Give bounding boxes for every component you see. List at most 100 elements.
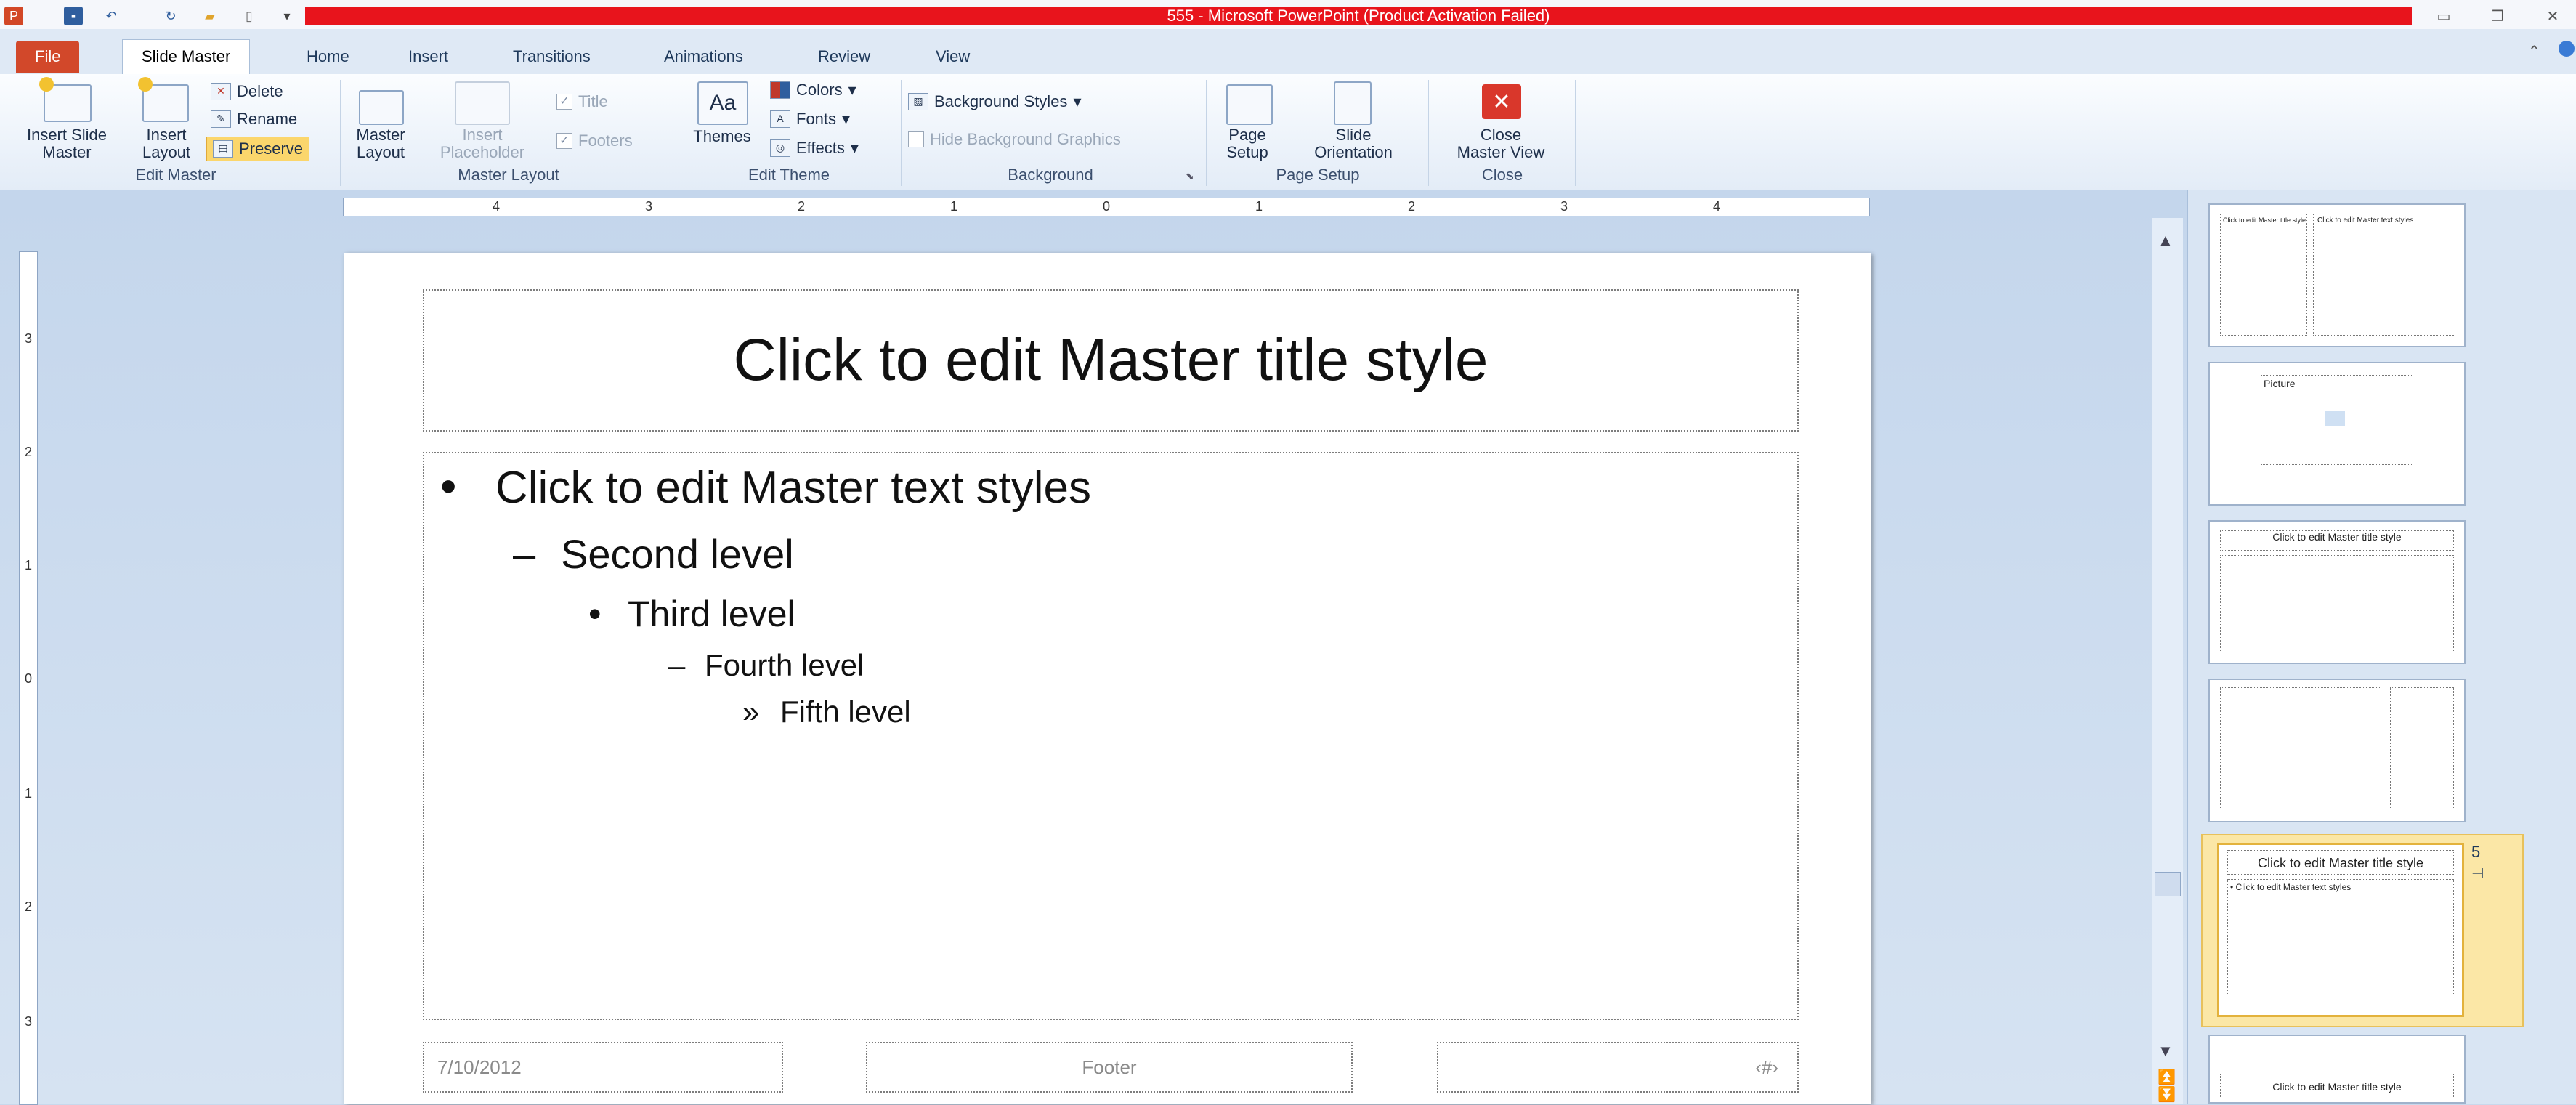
level-3-text[interactable]: Third level bbox=[628, 593, 795, 635]
close-window-icon[interactable]: ✕ bbox=[2532, 6, 2573, 26]
slide-orientation-icon[interactable] bbox=[1334, 81, 1372, 125]
colors-button[interactable]: Colors ▾ bbox=[770, 78, 856, 102]
thumb-text: Click to edit Master title style bbox=[2223, 216, 2306, 224]
scroll-up-icon[interactable]: ▲ bbox=[2158, 231, 2174, 250]
next-slide-icon[interactable]: ⏬ bbox=[2158, 1085, 2176, 1104]
dropdown-arrow-icon: ▾ bbox=[848, 81, 856, 99]
dropdown-arrow-icon: ▾ bbox=[842, 110, 851, 128]
group-separator bbox=[1206, 80, 1207, 186]
save-icon[interactable]: ▪ bbox=[64, 7, 83, 25]
level-3-bullet: • bbox=[588, 594, 602, 634]
customize-toolbar-icon[interactable]: ▾ bbox=[278, 7, 296, 25]
thumb-title-box: Click to edit Master title style bbox=[2227, 850, 2454, 875]
slide-number-placeholder[interactable]: ‹#› bbox=[1437, 1042, 1799, 1093]
effects-button[interactable]: ◎ Effects ▾ bbox=[770, 137, 859, 160]
close-master-view-button[interactable]: Close Master View bbox=[1438, 126, 1563, 161]
sparkle-icon bbox=[138, 77, 153, 92]
ruler-label: 1 bbox=[24, 558, 32, 572]
delete-button[interactable]: ✕ Delete bbox=[211, 80, 283, 103]
tab-insert[interactable]: Insert bbox=[389, 41, 467, 73]
ruler-label: 2 bbox=[24, 899, 32, 914]
preserve-button[interactable]: ▤ Preserve bbox=[206, 137, 310, 161]
group-separator bbox=[340, 80, 341, 186]
group-separator bbox=[901, 80, 902, 186]
tab-home[interactable]: Home bbox=[288, 41, 368, 73]
redo-icon[interactable]: ↻ bbox=[161, 7, 180, 25]
level-4-bullet: – bbox=[668, 648, 686, 682]
undo-icon[interactable]: ↶ bbox=[102, 7, 121, 25]
dropdown-arrow-icon: ▾ bbox=[850, 139, 859, 157]
close-master-view-icon[interactable]: ✕ bbox=[1482, 84, 1521, 119]
tab-view[interactable]: View bbox=[917, 41, 989, 73]
thumb-title-box: Click to edit Master title style bbox=[2220, 530, 2454, 551]
background-styles-button[interactable]: ▧ Background Styles ▾ bbox=[908, 90, 1081, 113]
rename-icon: ✎ bbox=[211, 110, 231, 128]
powerpoint-logo-icon: P bbox=[4, 7, 23, 25]
tab-file[interactable]: File bbox=[16, 41, 80, 73]
minimize-ribbon-icon[interactable]: ⌃ bbox=[2528, 42, 2540, 60]
tab-slide-master[interactable]: Slide Master bbox=[122, 39, 251, 75]
slide-orientation-button[interactable]: Slide Orientation bbox=[1292, 126, 1415, 161]
new-document-icon[interactable]: ▯ bbox=[240, 7, 259, 25]
footer-placeholder[interactable]: Footer bbox=[866, 1042, 1353, 1093]
group-label-master-layout: Master Layout bbox=[458, 166, 559, 184]
level-4-text[interactable]: Fourth level bbox=[705, 648, 864, 683]
ruler-label: 1 bbox=[950, 199, 958, 214]
ruler-label: 2 bbox=[798, 199, 806, 214]
insert-slide-master-button[interactable]: Insert Slide Master bbox=[16, 126, 118, 161]
level-1-text[interactable]: Click to edit Master text styles bbox=[495, 462, 1091, 514]
ruler-label: 0 bbox=[24, 671, 32, 686]
themes-button[interactable]: Themes bbox=[686, 128, 758, 145]
delete-icon: ✕ bbox=[211, 83, 231, 100]
insert-placeholder-button[interactable]: Insert Placeholder bbox=[418, 126, 546, 161]
master-layout-button[interactable]: Master Layout bbox=[346, 126, 416, 161]
thumb-body-box bbox=[2220, 687, 2381, 809]
fonts-button[interactable]: A Fonts ▾ bbox=[770, 108, 850, 131]
dropdown-arrow-icon: ▾ bbox=[1073, 92, 1082, 110]
ruler-label: 2 bbox=[1408, 199, 1416, 214]
tab-transitions[interactable]: Transitions bbox=[494, 41, 609, 73]
thumb-text: Click to edit Master title style bbox=[2272, 1081, 2402, 1093]
page-setup-icon[interactable] bbox=[1226, 84, 1273, 125]
checkbox-icon bbox=[908, 131, 924, 147]
thumb-body-box bbox=[2227, 879, 2454, 995]
ruler-label: 3 bbox=[24, 331, 32, 346]
master-layout-icon[interactable] bbox=[359, 90, 404, 125]
ruler-label: 1 bbox=[1255, 199, 1263, 214]
date-placeholder[interactable]: 7/10/2012 bbox=[423, 1042, 783, 1093]
tab-review[interactable]: Review bbox=[799, 41, 889, 73]
group-label-page-setup: Page Setup bbox=[1276, 166, 1360, 184]
scroll-down-icon[interactable]: ▼ bbox=[2158, 1042, 2174, 1061]
level-5-text[interactable]: Fifth level bbox=[780, 695, 911, 729]
thumb-title-box: Click to edit Master title style bbox=[2220, 1074, 2454, 1098]
hide-background-graphics-checkbox[interactable]: Hide Background Graphics bbox=[908, 128, 1121, 151]
thumb-text: Click to edit Master title style bbox=[2257, 856, 2424, 870]
previous-slide-icon[interactable]: ⏫ bbox=[2158, 1068, 2176, 1086]
group-separator bbox=[1575, 80, 1576, 186]
thumb-body-box bbox=[2313, 214, 2455, 336]
group-separator bbox=[1428, 80, 1429, 186]
insert-layout-button[interactable]: Insert Layout bbox=[134, 126, 199, 161]
sparkle-icon bbox=[39, 77, 54, 92]
title-checkbox[interactable]: ✓ Title bbox=[556, 90, 608, 113]
scroll-thumb[interactable] bbox=[2155, 872, 2181, 896]
dialog-launcher-icon[interactable]: ⬊ bbox=[1186, 170, 1194, 182]
open-folder-icon[interactable]: ▰ bbox=[201, 7, 219, 25]
themes-icon[interactable]: Aa bbox=[697, 81, 748, 125]
minimize-icon[interactable]: ▭ bbox=[2423, 6, 2464, 26]
vertical-scrollbar[interactable] bbox=[2152, 218, 2183, 1104]
level-2-text[interactable]: Second level bbox=[561, 530, 794, 578]
ruler-label: 4 bbox=[1713, 199, 1721, 214]
page-setup-button[interactable]: Page Setup bbox=[1215, 126, 1280, 161]
help-icon[interactable] bbox=[2559, 41, 2575, 57]
restore-icon[interactable]: ❐ bbox=[2477, 6, 2518, 26]
fonts-icon: A bbox=[770, 110, 790, 128]
footers-checkbox[interactable]: ✓ Footers bbox=[556, 129, 633, 153]
title-placeholder[interactable]: Click to edit Master title style bbox=[423, 289, 1799, 432]
tab-animations[interactable]: Animations bbox=[645, 41, 762, 73]
level-5-bullet: » bbox=[742, 695, 760, 729]
group-label-close: Close bbox=[1481, 166, 1523, 184]
thumb-text: Click to edit Master text styles bbox=[2317, 216, 2414, 224]
ruler-label: 0 bbox=[1103, 199, 1111, 214]
rename-button[interactable]: ✎ Rename bbox=[211, 108, 297, 131]
